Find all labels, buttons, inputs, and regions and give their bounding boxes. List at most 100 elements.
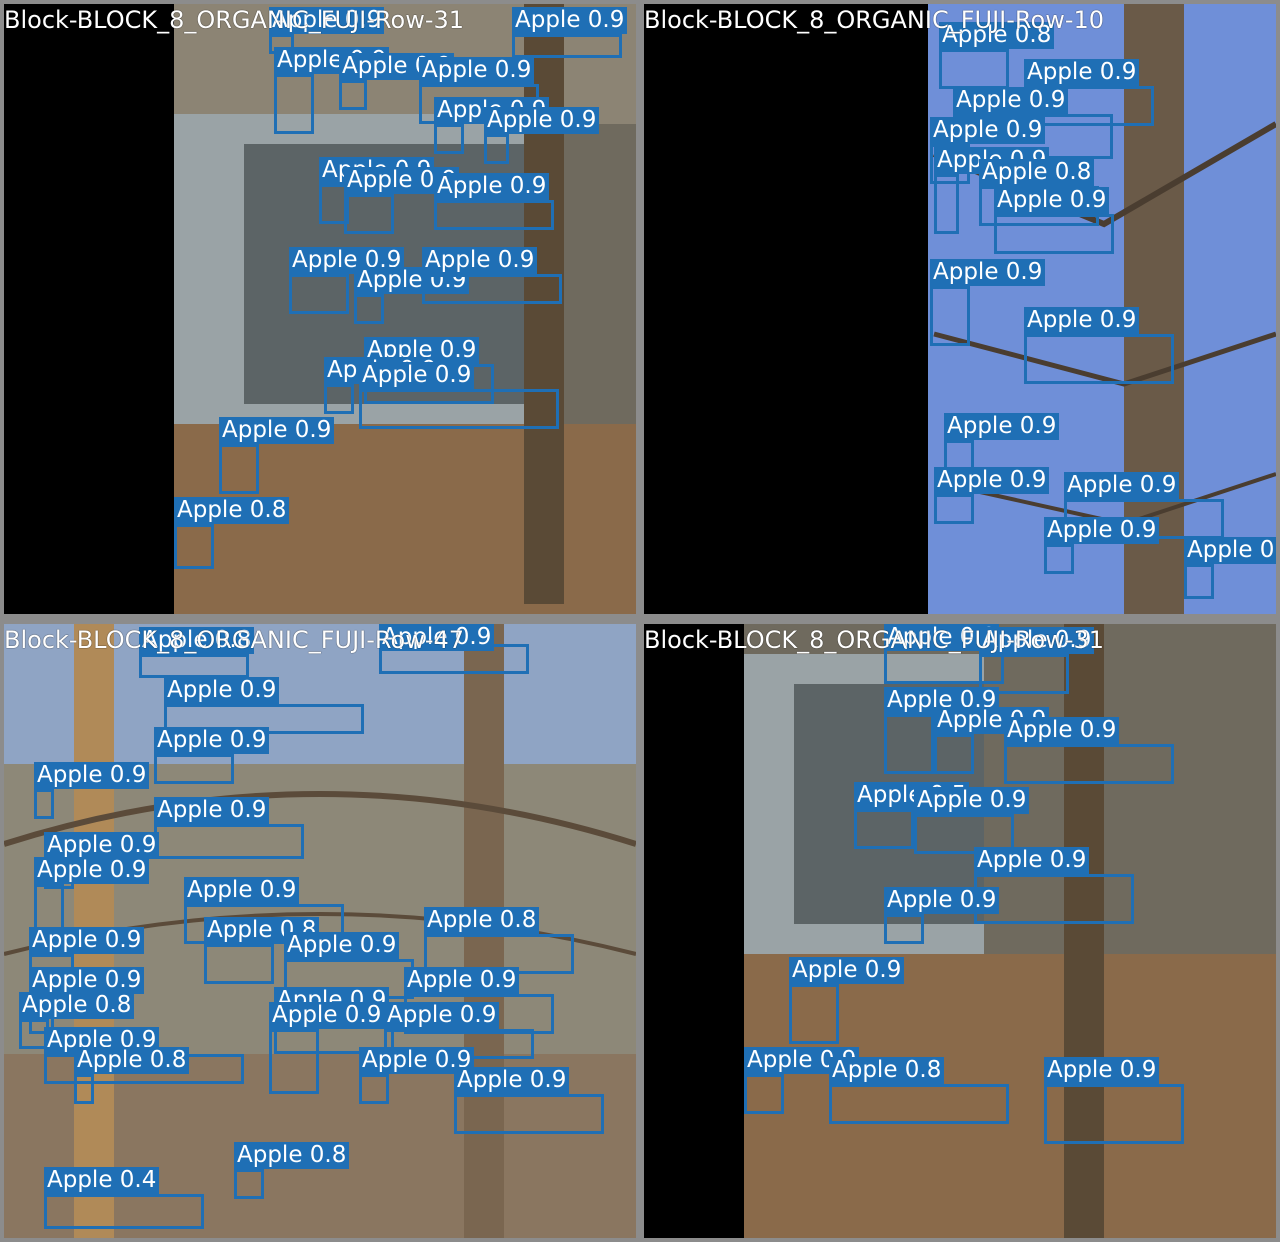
detection-box bbox=[1184, 564, 1214, 599]
detection-box bbox=[139, 654, 249, 678]
detection-label: Apple 0.9 bbox=[164, 677, 280, 704]
detection-box bbox=[339, 80, 367, 110]
detection-box bbox=[44, 1194, 204, 1229]
detection-box bbox=[174, 524, 214, 569]
detection-label: Apple 0.8 bbox=[74, 1047, 190, 1074]
tile-title: Block-BLOCK_8_ORGANIC_FUJI-Row-31 bbox=[4, 6, 465, 34]
detection-label: Apple 0.9 bbox=[359, 362, 475, 389]
detection-box bbox=[934, 174, 959, 234]
tile-row-31-a: Block-BLOCK_8_ORGANIC_FUJI-Row-31 Apple … bbox=[4, 4, 636, 614]
detection-label: Apple 0.9 bbox=[1184, 537, 1276, 564]
detection-label: Apple 0.9 bbox=[953, 87, 1069, 114]
detection-box bbox=[289, 274, 349, 314]
detection-box bbox=[354, 294, 384, 324]
detection-label: Apple 0.9 bbox=[44, 832, 160, 859]
detection-box bbox=[944, 440, 974, 470]
detection-label: Apple 0.8 bbox=[19, 992, 135, 1019]
detection-box bbox=[994, 214, 1114, 254]
detection-box bbox=[269, 1029, 319, 1094]
detection-label: Apple 0.4 bbox=[44, 1167, 160, 1194]
detection-label: Apple 0.9 bbox=[434, 173, 550, 200]
detection-label: Apple 0.9 bbox=[934, 467, 1050, 494]
detection-label: Apple 0.9 bbox=[1004, 717, 1120, 744]
detection-label: Apple 0.9 bbox=[454, 1067, 570, 1094]
detection-label: Apple 0.9 bbox=[154, 727, 270, 754]
detection-box bbox=[154, 754, 234, 784]
detection-label: Apple 0.8 bbox=[829, 1057, 945, 1084]
detection-box bbox=[434, 200, 554, 230]
detection-label: Apple 0.9 bbox=[994, 187, 1110, 214]
detection-label: Apple 0.8 bbox=[174, 497, 290, 524]
detection-label: Apple 0.9 bbox=[974, 847, 1090, 874]
detection-box bbox=[934, 734, 974, 774]
tile-title: Block-BLOCK_8_ORGANIC_FUJI-Row-47 bbox=[4, 626, 465, 654]
detection-box bbox=[324, 384, 354, 414]
detection-box bbox=[154, 824, 304, 859]
detection-box bbox=[219, 444, 259, 494]
detection-label: Apple 0.9 bbox=[1024, 307, 1140, 334]
detection-label: Apple 0.9 bbox=[884, 887, 1000, 914]
tile-title: Block-BLOCK_8_ORGANIC_FUJI-Row-31 bbox=[644, 626, 1105, 654]
tile-row-31-b: Block-BLOCK_8_ORGANIC_FUJI-Row-31 Apple … bbox=[644, 624, 1276, 1238]
detection-box bbox=[884, 714, 934, 774]
detection-box bbox=[74, 1074, 94, 1104]
detection-label: Apple 0.9 bbox=[404, 967, 520, 994]
detection-mosaic: Block-BLOCK_8_ORGANIC_FUJI-Row-31 Apple … bbox=[0, 0, 1280, 1242]
detection-label: Apple 0.9 bbox=[1044, 1057, 1160, 1084]
letterbox-padding bbox=[4, 4, 174, 614]
detection-box bbox=[512, 34, 622, 58]
letterbox-padding bbox=[644, 624, 744, 1238]
detection-box bbox=[884, 914, 924, 944]
detection-box bbox=[1004, 744, 1174, 784]
detection-label: Apple 0.8 bbox=[424, 907, 540, 934]
detection-label: Apple 0.9 bbox=[284, 932, 400, 959]
detection-box bbox=[434, 124, 464, 154]
detection-label: Apple 0.9 bbox=[930, 259, 1046, 286]
detection-label: Apple 0.9 bbox=[1044, 517, 1160, 544]
detection-label: Apple 0.9 bbox=[422, 247, 538, 274]
detection-box bbox=[344, 194, 394, 234]
detection-box bbox=[939, 49, 1009, 89]
detection-label: Apple 0.9 bbox=[930, 117, 1046, 144]
detection-label: Apple 0.9 bbox=[154, 797, 270, 824]
detection-box bbox=[854, 809, 914, 849]
detection-box bbox=[422, 274, 562, 304]
detection-label: Apple 0.9 bbox=[29, 927, 145, 954]
detection-box bbox=[359, 389, 559, 429]
detection-label: Apple 0.9 bbox=[1064, 472, 1180, 499]
detection-box bbox=[204, 944, 274, 984]
detection-label: Apple 0.8 bbox=[979, 159, 1095, 186]
detection-box bbox=[1044, 544, 1074, 574]
detection-box bbox=[454, 1094, 604, 1134]
detection-label: Apple 0.9 bbox=[914, 787, 1030, 814]
detection-label: Apple 0.9 bbox=[34, 857, 150, 884]
detection-label: Apple 0.9 bbox=[484, 107, 600, 134]
detection-box bbox=[789, 984, 839, 1044]
detection-label: Apple 0.9 bbox=[184, 877, 300, 904]
detection-box bbox=[1024, 334, 1174, 384]
tile-row-47: Block-BLOCK_8_ORGANIC_FUJI-Row-47 Apple … bbox=[4, 624, 636, 1238]
detection-box bbox=[484, 134, 509, 164]
detection-box bbox=[934, 494, 974, 524]
detection-label: Apple 0.9 bbox=[512, 7, 628, 34]
detection-label: Apple 0.9 bbox=[269, 1002, 385, 1029]
letterbox-padding bbox=[644, 4, 928, 614]
detection-label: Apple 0.9 bbox=[219, 417, 335, 444]
detection-box bbox=[829, 1084, 1009, 1124]
detection-label: Apple 0.9 bbox=[944, 413, 1060, 440]
detection-box bbox=[359, 1074, 389, 1104]
detection-label: Apple 0.8 bbox=[234, 1142, 350, 1169]
detection-box bbox=[234, 1169, 264, 1199]
detection-label: Apple 0.9 bbox=[789, 957, 905, 984]
tile-title: Block-BLOCK_8_ORGANIC_FUJI-Row-10 bbox=[644, 6, 1105, 34]
detection-box bbox=[744, 1074, 784, 1114]
detection-box bbox=[1044, 1084, 1184, 1144]
detection-box bbox=[274, 74, 314, 134]
detection-label: Apple 0.9 bbox=[29, 967, 145, 994]
tile-row-10: Block-BLOCK_8_ORGANIC_FUJI-Row-10 Apple … bbox=[644, 4, 1276, 614]
detection-box bbox=[34, 789, 54, 819]
detection-label: Apple 0.9 bbox=[419, 57, 535, 84]
detection-box bbox=[930, 286, 970, 346]
detection-label: Apple 0.9 bbox=[1024, 59, 1140, 86]
detection-label: Apple 0.9 bbox=[384, 1002, 500, 1029]
